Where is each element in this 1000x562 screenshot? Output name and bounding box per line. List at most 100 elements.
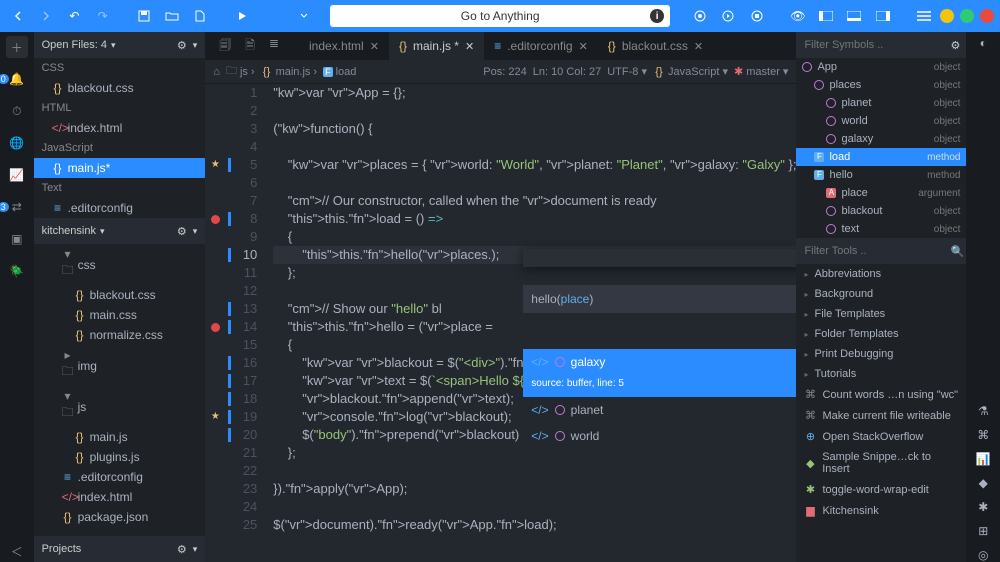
close-icon[interactable]: ✕ xyxy=(370,40,379,53)
file-editorconfig[interactable]: ≡.editorconfig xyxy=(34,198,206,218)
star-icon[interactable]: ✱ xyxy=(978,500,988,514)
snippet-icon[interactable]: ◆ xyxy=(979,476,988,490)
folder-css[interactable]: ▾ 🗀css xyxy=(34,244,206,285)
tree-file[interactable]: {}blackout.css xyxy=(34,285,206,305)
branch-dropdown[interactable]: ✱ master ▾ xyxy=(734,65,788,78)
tree-file[interactable]: </>index.html xyxy=(34,487,206,507)
completion-item[interactable]: </> galaxyobject xyxy=(523,349,796,375)
file-main-js[interactable]: {}main.js* xyxy=(34,158,206,178)
files-icon[interactable]: 🗐 xyxy=(219,36,231,57)
open-button[interactable] xyxy=(160,5,184,27)
tool-item[interactable]: ⊕Open StackOverflow xyxy=(796,426,966,447)
tree-file[interactable]: {}package.json xyxy=(34,507,206,527)
tree-file[interactable]: {}plugins.js xyxy=(34,447,206,467)
text-icon[interactable]: 🗎 xyxy=(245,36,255,57)
symbol-item[interactable]: Fhellomethod xyxy=(796,166,966,184)
file-index-html[interactable]: </>index.html xyxy=(34,118,206,138)
close-icon[interactable]: ✕ xyxy=(579,40,588,53)
tool-item[interactable]: ⌘Count words …n using "wc" xyxy=(796,384,966,405)
layout-right-button[interactable] xyxy=(870,5,894,27)
open-files-header[interactable]: Open Files: 4▾ ⚙▾ xyxy=(34,32,206,58)
symbol-item[interactable]: planetobject xyxy=(796,94,966,112)
folder-js[interactable]: ▾ 🗀js xyxy=(34,386,206,427)
tool-category[interactable]: ▸Tutorials xyxy=(796,364,966,384)
gear-icon[interactable]: ⚙ xyxy=(177,225,187,238)
language-dropdown[interactable]: {} JavaScript ▾ xyxy=(653,65,728,78)
notify-icon[interactable]: 🔔0 xyxy=(6,68,28,90)
symbol-item[interactable]: galaxyobject xyxy=(796,130,966,148)
macro-save-button[interactable] xyxy=(744,5,768,27)
symbol-item[interactable]: Appobject xyxy=(796,58,966,76)
debug-icon[interactable]: ⏱ xyxy=(6,100,28,122)
folder-img[interactable]: ▸ 🗀img xyxy=(34,345,206,386)
close-icon[interactable]: ✕ xyxy=(465,40,474,53)
layout-left-button[interactable] xyxy=(814,5,838,27)
search-icon[interactable]: 🔍 xyxy=(950,245,964,258)
crumb-file[interactable]: {} main.js › xyxy=(261,66,318,78)
completion-item[interactable]: </> worldobject xyxy=(523,423,796,449)
minimize-button[interactable] xyxy=(940,9,954,23)
home-icon[interactable]: ⌂ xyxy=(213,66,220,78)
symbol-item[interactable]: placesobject xyxy=(796,76,966,94)
activity-icon[interactable]: 📈 xyxy=(6,164,28,186)
chart-icon[interactable]: 📊 xyxy=(976,452,991,466)
tree-file[interactable]: {}main.css xyxy=(34,305,206,325)
projects-header[interactable]: Projects ⚙▾ xyxy=(34,536,206,562)
tab-index-html[interactable]: index.html✕ xyxy=(293,32,389,60)
goto-search[interactable]: Go to Anything i xyxy=(330,5,670,27)
play-button[interactable] xyxy=(230,5,254,27)
gear-icon[interactable]: ⚙ xyxy=(177,543,187,556)
tree-file[interactable]: {}normalize.css xyxy=(34,325,206,345)
settings-icon[interactable]: ⊞ xyxy=(978,524,988,538)
menu-button[interactable] xyxy=(912,5,936,27)
tool-item[interactable]: ✱toggle-word-wrap-edit xyxy=(796,479,966,500)
symbol-item[interactable]: blackoutobject xyxy=(796,202,966,220)
tab-main-js-[interactable]: {}main.js *✕ xyxy=(389,32,484,60)
target-icon[interactable]: ◎ xyxy=(978,548,988,562)
macro-play-button[interactable] xyxy=(716,5,740,27)
tool-category[interactable]: ▸Print Debugging xyxy=(796,344,966,364)
close-icon[interactable]: ✕ xyxy=(694,40,703,53)
symbol-item[interactable]: Aplaceargument xyxy=(796,184,966,202)
undo-button[interactable]: ↶ xyxy=(62,5,86,27)
crumb-func[interactable]: F load xyxy=(323,66,356,78)
share-icon[interactable]: ＜ xyxy=(6,540,28,562)
tool-category[interactable]: ▸File Templates xyxy=(796,304,966,324)
bug-icon[interactable]: 🪲 xyxy=(6,260,28,282)
tool-item[interactable]: ◆Sample Snippe…ck to Insert xyxy=(796,447,966,479)
file-blackout-css[interactable]: {}blackout.css xyxy=(34,78,206,98)
symbols-filter[interactable] xyxy=(804,39,946,51)
tool-category[interactable]: ▸Background xyxy=(796,284,966,304)
redo-button[interactable]: ↷ xyxy=(91,5,115,27)
toggle-icon[interactable]: ◐ xyxy=(980,36,987,50)
panel-icon[interactable]: ▣ xyxy=(6,228,28,250)
globe-icon[interactable]: 🌐 xyxy=(6,132,28,154)
tool-item[interactable]: ⌘Make current file writeable xyxy=(796,405,966,426)
gear-icon[interactable]: ⚙ xyxy=(950,39,960,52)
changes-icon[interactable]: ⇄3 xyxy=(6,196,28,218)
dropdown-button[interactable] xyxy=(292,5,316,27)
save-button[interactable] xyxy=(132,5,156,27)
tools-filter[interactable] xyxy=(804,245,946,257)
completion-item[interactable]: </> planetobject xyxy=(523,397,796,423)
maximize-button[interactable] xyxy=(960,9,974,23)
close-button[interactable] xyxy=(980,9,994,23)
db-icon[interactable]: ≣ xyxy=(269,36,279,57)
add-icon[interactable]: ＋ xyxy=(6,36,28,58)
tool-item[interactable]: ▆Kitchensink xyxy=(796,500,966,521)
cmd-icon[interactable]: ⌘ xyxy=(977,428,989,442)
symbol-item[interactable]: textobject xyxy=(796,220,966,238)
tool-category[interactable]: ▸Folder Templates xyxy=(796,324,966,344)
project-header[interactable]: kitchensink▾ ⚙▾ xyxy=(34,218,206,244)
tree-file[interactable]: {}main.js xyxy=(34,427,206,447)
code-editor[interactable]: ★★ 1234567891011121314151617181920212223… xyxy=(205,84,796,562)
tab-blackout-css[interactable]: {}blackout.css✕ xyxy=(598,32,713,60)
gear-icon[interactable]: ⚙ xyxy=(177,39,187,52)
encoding-dropdown[interactable]: UTF-8 ▾ xyxy=(607,65,647,78)
symbol-item[interactable]: Floadmethod xyxy=(796,148,966,166)
tab--editorconfig[interactable]: ≡.editorconfig✕ xyxy=(484,32,598,60)
flask-icon[interactable]: ⚗ xyxy=(978,404,989,418)
crumb-folder[interactable]: 🗀 js › xyxy=(226,62,255,81)
symbol-item[interactable]: worldobject xyxy=(796,112,966,130)
new-button[interactable] xyxy=(188,5,212,27)
